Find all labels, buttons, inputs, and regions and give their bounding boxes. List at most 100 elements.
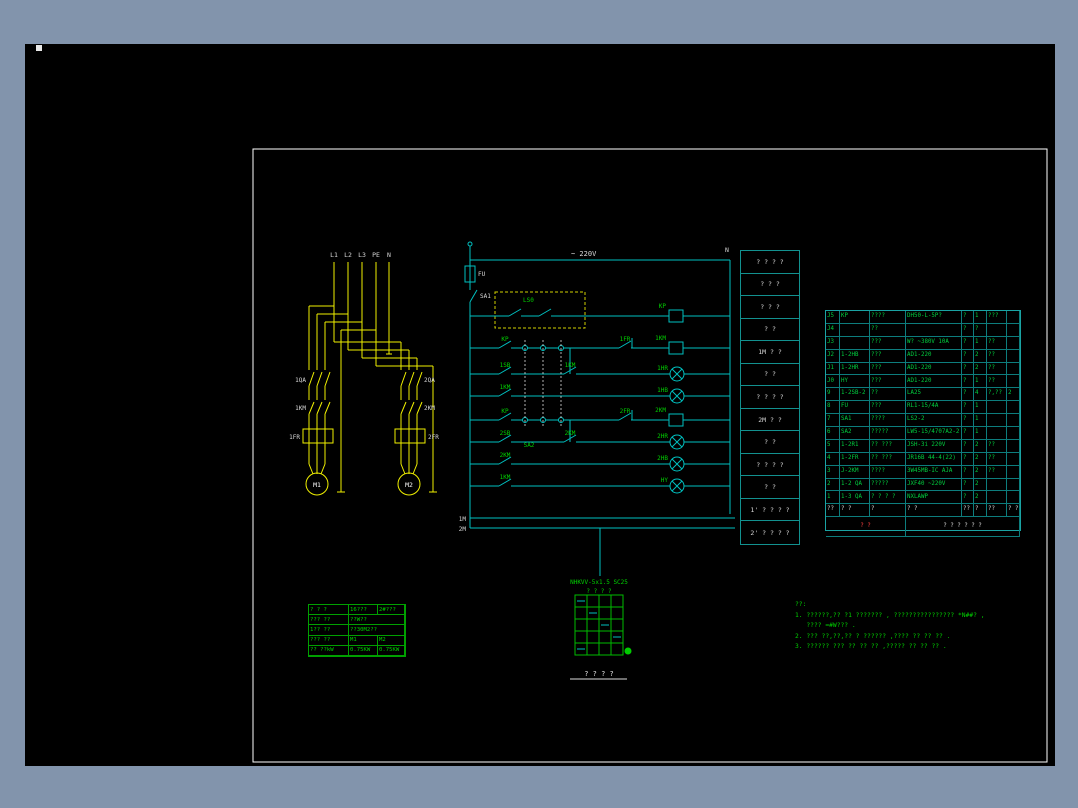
bom-cell: ?? bbox=[870, 388, 906, 402]
bom-cell: ? bbox=[870, 504, 906, 518]
bom-cell: ????? bbox=[870, 427, 906, 440]
terminal-grid bbox=[570, 594, 632, 680]
bom-cell: 2 bbox=[974, 478, 987, 492]
bom-cell: DH50-L-5P? bbox=[906, 311, 962, 324]
bom-cell: ?? bbox=[987, 336, 1007, 350]
bom-cell: ? bbox=[962, 401, 974, 415]
pe-label: PE bbox=[372, 251, 380, 259]
note-line: 2. ??? ??,??,?? ? ?????? ,???? ?? ?? ?? … bbox=[795, 632, 951, 640]
bom-cell: J3 bbox=[826, 336, 840, 350]
bom-cell: ?? ??? bbox=[870, 439, 906, 453]
bom-cell: JXF40 ~220V bbox=[906, 478, 962, 492]
note-line: 3. ?????? ??? ?? ?? ?? ,????? ?? ?? ?? . bbox=[795, 643, 947, 651]
bom-footer-number: ? ? bbox=[826, 517, 906, 538]
bom-cell: ? bbox=[974, 323, 987, 337]
bom-cell: 1-2R1 bbox=[840, 439, 870, 453]
lamp-1hr-label: 1HR bbox=[657, 365, 668, 372]
bom-cell: 1-2FR bbox=[840, 452, 870, 466]
switch-sa1-label: SA1 bbox=[480, 293, 491, 300]
bom-cell bbox=[1007, 349, 1020, 363]
contact-2km-label: 2KM bbox=[500, 452, 511, 459]
bus-2m-label: 2M bbox=[459, 526, 467, 533]
contactor-2km-label: 2KM bbox=[424, 405, 435, 412]
bom-cell: 1-2HB bbox=[840, 349, 870, 363]
bom-cell bbox=[1007, 439, 1020, 453]
bom-cell: ? bbox=[962, 388, 974, 402]
bom-cell: ? bbox=[962, 375, 974, 389]
bom-cell: J0 bbox=[826, 375, 840, 389]
bom-cell: 9 bbox=[826, 388, 840, 402]
control-neutral-label: N bbox=[725, 246, 729, 254]
bom-cell bbox=[1007, 491, 1020, 505]
bom-cell: 1-2 QA bbox=[840, 478, 870, 492]
bom-cell: 2 bbox=[974, 439, 987, 453]
bom-cell bbox=[1007, 414, 1020, 428]
bom-cell: LS2-2 bbox=[906, 414, 962, 428]
bom-cell bbox=[987, 323, 1007, 337]
bom-cell: ? bbox=[962, 452, 974, 466]
function-table-row: ? ? ? bbox=[741, 296, 799, 319]
coil-2km-label: 2KM bbox=[655, 407, 666, 414]
bom-cell: KP bbox=[840, 311, 870, 324]
bom-cell: RL1-15/4A bbox=[906, 401, 962, 415]
control-rungs bbox=[470, 308, 730, 487]
function-table: ? ? ? ?? ? ?? ? ?? ? 1M ? ?? ?? ? ? ? 2M ?… bbox=[740, 250, 800, 545]
bom-cell: JR16B 44-4(22) bbox=[906, 452, 962, 466]
terminal-dot bbox=[624, 647, 632, 655]
bom-cell: ? ? ? ? bbox=[870, 491, 906, 505]
terminal-caption-label: ? ? ? ? bbox=[584, 670, 614, 678]
neutral-label: N bbox=[387, 251, 391, 259]
bom-cell: ?? bbox=[987, 465, 1007, 479]
contact-1km2-label: 1KM bbox=[500, 474, 511, 481]
bom-cell: 1-2HR bbox=[840, 362, 870, 376]
bom-cell: NXLAWP bbox=[906, 491, 962, 505]
bom-cell: 5 bbox=[826, 439, 840, 453]
bom-cell: ? bbox=[962, 323, 974, 337]
bom-cell: AD1-220 bbox=[906, 362, 962, 376]
bom-cell: ?? bbox=[987, 349, 1007, 363]
bom-cell bbox=[1007, 311, 1020, 324]
bom-cell: W? ~380V 10A bbox=[906, 336, 962, 350]
desktop-background: { "colors":{"background":"#8294ac","canv… bbox=[0, 0, 1078, 808]
bom-cell: 4 bbox=[826, 452, 840, 466]
bom-cell: ? bbox=[974, 504, 987, 518]
bom-footer-title: ? ? ? ? ? ? bbox=[906, 517, 1020, 538]
bom-cell: J2 bbox=[826, 349, 840, 363]
selector-linkage-dashes bbox=[524, 340, 562, 428]
function-table-row: 1' ? ? ? ? bbox=[741, 499, 799, 522]
bom-cell: ? bbox=[962, 362, 974, 376]
phase-l3-label: L3 bbox=[358, 251, 366, 259]
contactor-1km-label: 1KM bbox=[295, 405, 306, 412]
bom-cell: 2 bbox=[974, 491, 987, 505]
bom-cell bbox=[1007, 452, 1020, 466]
function-table-row: ? ? ? ? bbox=[741, 454, 799, 477]
bom-cell: 1 bbox=[974, 311, 987, 324]
bom-cell bbox=[840, 323, 870, 337]
cad-canvas[interactable]: L1 L2 L3 PE N 1QA 2QA 1KM 2KM 1FR 2FR M1 M2 FU SA1 ~ 22… bbox=[25, 44, 1055, 766]
bom-cell bbox=[906, 323, 962, 337]
bom-cell: 1 bbox=[974, 336, 987, 350]
title-block-cell: M1 bbox=[349, 635, 378, 646]
title-block-cell: 0.75KW bbox=[349, 645, 378, 656]
bom-cell: 2 bbox=[974, 349, 987, 363]
bom-cell: ??? bbox=[870, 349, 906, 363]
title-block-cell: ? ? ? bbox=[309, 605, 349, 616]
bom-cell: ?? bbox=[962, 504, 974, 518]
supply-voltage-label: ~ 220V bbox=[571, 250, 597, 258]
bom-cell: ? bbox=[962, 465, 974, 479]
aux-1km-label: 1KM bbox=[565, 362, 576, 369]
bom-cell: ? bbox=[962, 311, 974, 324]
bom-cell: FU bbox=[840, 401, 870, 415]
bom-cell: 1 bbox=[974, 427, 987, 440]
bom-cell: 1 bbox=[974, 401, 987, 415]
note-line: 1. ??????,?? ?1 ??????? , ??????????????… bbox=[795, 611, 985, 619]
bom-cell: 2 bbox=[1007, 388, 1020, 402]
coil-2km-symbol bbox=[668, 413, 684, 427]
coil-kp-label: KP bbox=[659, 303, 667, 310]
phase-l2-label: L2 bbox=[344, 251, 352, 259]
cable-spec-label: NHKVV-5x1.5 SC25 bbox=[570, 579, 628, 586]
coil-kp-symbol bbox=[668, 309, 684, 323]
bom-cell: 2 bbox=[974, 452, 987, 466]
bom-cell bbox=[1007, 362, 1020, 376]
bom-cell: ?? bbox=[987, 504, 1007, 518]
